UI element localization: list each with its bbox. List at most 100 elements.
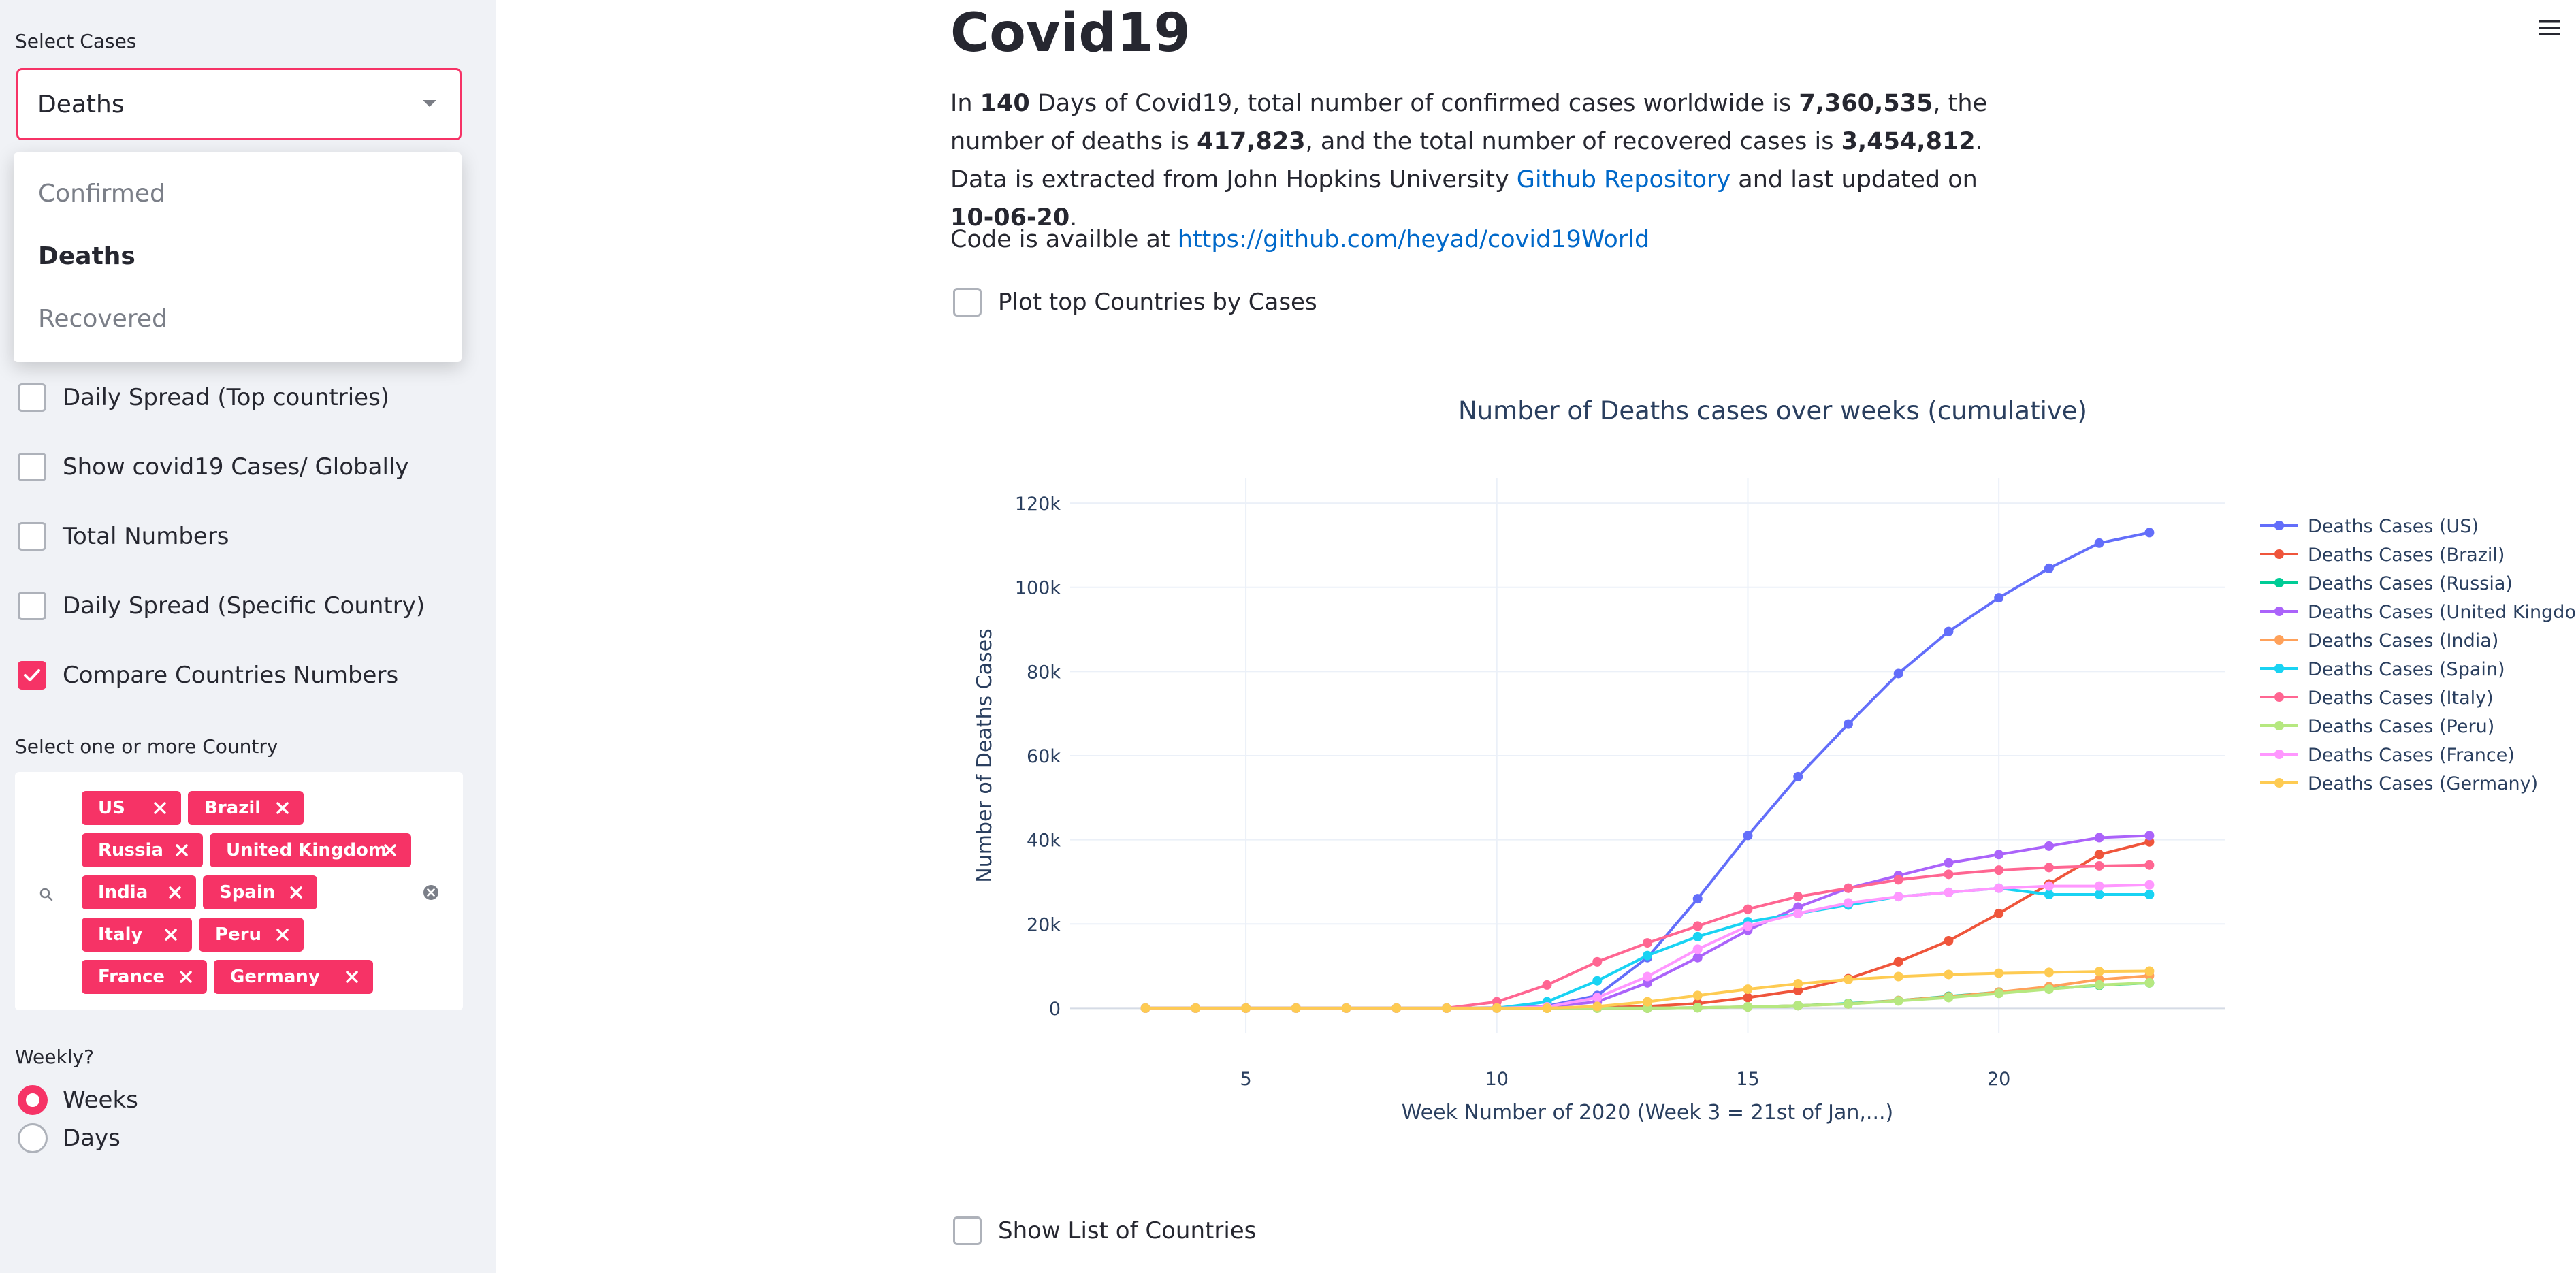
data-point [1241, 1003, 1251, 1013]
data-point [1944, 869, 1954, 880]
checkbox-box[interactable] [953, 1216, 982, 1245]
y-tick-label: 20k [1027, 914, 1061, 935]
close-icon[interactable] [151, 799, 169, 817]
checkbox-plot-top-countries[interactable]: Plot top Countries by Cases [953, 286, 1317, 319]
data-point [2144, 860, 2155, 870]
radio-weeks[interactable]: Weeks [18, 1085, 138, 1115]
checkbox-box[interactable] [18, 661, 46, 690]
data-point [2094, 850, 2104, 860]
data-point [1743, 1002, 1753, 1012]
y-tick-label: 100k [1015, 578, 1061, 599]
close-icon[interactable] [274, 799, 291, 817]
data-point [1994, 968, 2004, 978]
legend-label: Deaths Cases (US) [2308, 516, 2479, 537]
clear-all-icon[interactable] [422, 884, 440, 901]
chip-united-kingdom[interactable]: United Kingdom [210, 833, 411, 867]
y-tick-label: 40k [1027, 831, 1061, 852]
data-point [2144, 890, 2155, 899]
checkbox-daily-spread-top[interactable]: Daily Spread (Top countries) [18, 381, 389, 414]
chip-india[interactable]: India [82, 875, 196, 909]
data-point [2044, 890, 2054, 899]
data-point [1893, 996, 1903, 1006]
close-icon[interactable] [287, 884, 305, 901]
chip-france[interactable]: France [82, 960, 207, 994]
data-point [1893, 892, 1903, 902]
chip-peru[interactable]: Peru [199, 918, 304, 952]
data-point [1893, 875, 1903, 885]
legend-label: Deaths Cases (Germany) [2308, 773, 2538, 794]
checkbox-box[interactable] [18, 383, 46, 412]
close-icon[interactable] [381, 841, 399, 859]
radio-button[interactable] [18, 1123, 48, 1153]
close-icon[interactable] [274, 926, 291, 944]
chip-label: US [98, 798, 125, 818]
chip-brazil[interactable]: Brazil [188, 791, 304, 825]
y-tick-label: 80k [1027, 662, 1061, 683]
select-cases-dropdown[interactable]: Deaths [16, 68, 462, 140]
checkbox-daily-spread-specific[interactable]: Daily Spread (Specific Country) [18, 590, 425, 622]
data-point [2044, 841, 2054, 851]
chip-spain[interactable]: Spain [203, 875, 317, 909]
checkbox-box[interactable] [953, 288, 982, 317]
close-icon[interactable] [162, 926, 180, 944]
chip-label: France [98, 967, 165, 987]
data-point [2094, 860, 2104, 871]
checkbox-compare-countries[interactable]: Compare Countries Numbers [18, 659, 398, 692]
data-point [1944, 993, 1954, 1003]
checkbox-show-list-countries[interactable]: Show List of Countries [953, 1214, 1256, 1247]
data-point [1944, 969, 1954, 980]
data-point [1994, 593, 2004, 603]
data-point [1743, 831, 1753, 841]
checkbox-show-global[interactable]: Show covid19 Cases/ Globally [18, 451, 408, 483]
country-select-label: Select one or more Country [15, 735, 278, 758]
x-tick-label: 15 [1736, 1069, 1759, 1090]
legend-marker [2274, 692, 2284, 702]
data-point [1994, 988, 2004, 999]
chip-germany[interactable]: Germany [214, 960, 373, 994]
country-multiselect[interactable]: US Brazil Russia United Kingdom India Sp… [15, 772, 463, 1010]
legend-label: Deaths Cases (Russia) [2308, 573, 2513, 594]
data-point [1592, 1001, 1603, 1012]
legend-marker [2274, 607, 2284, 616]
chip-italy[interactable]: Italy [82, 918, 192, 952]
checkbox-total-numbers[interactable]: Total Numbers [18, 520, 229, 553]
checkbox-box[interactable] [18, 592, 46, 620]
data-point [2094, 833, 2104, 843]
sidebar: Select Cases Deaths Confirmed Deaths Rec… [0, 0, 496, 1273]
option-confirmed[interactable]: Confirmed [38, 180, 165, 208]
confirmed-count: 7,360,535 [1799, 90, 1933, 117]
chip-label: Brazil [204, 798, 261, 818]
data-point [1843, 999, 1853, 1009]
close-icon[interactable] [177, 968, 195, 986]
hamburger-menu-icon[interactable] [2538, 18, 2561, 38]
checkbox-label: Show covid19 Cases/ Globally [63, 453, 409, 481]
github-repository-link[interactable]: Github Repository [1517, 166, 1730, 193]
data-point [1341, 1003, 1351, 1013]
radio-button[interactable] [18, 1085, 48, 1115]
code-link[interactable]: https://github.com/heyad/covid19World [1178, 226, 1649, 253]
y-axis-title: Number of Deaths Cases [973, 628, 997, 882]
chip-label: Russia [98, 840, 163, 860]
data-point [1843, 719, 1853, 729]
option-deaths[interactable]: Deaths [38, 242, 135, 270]
data-point [1692, 1003, 1703, 1013]
select-cases-label: Select Cases [15, 30, 137, 52]
data-point [1542, 980, 1552, 990]
legend-marker [2274, 635, 2284, 645]
close-icon[interactable] [343, 968, 361, 986]
data-point [1643, 971, 1652, 982]
data-point [1592, 993, 1603, 1003]
data-point [2044, 881, 2054, 891]
close-icon[interactable] [173, 841, 191, 859]
checkbox-label: Total Numbers [63, 523, 229, 550]
close-icon[interactable] [166, 884, 184, 901]
radio-days[interactable]: Days [18, 1123, 120, 1153]
chip-us[interactable]: US [82, 791, 181, 825]
option-recovered[interactable]: Recovered [38, 305, 167, 333]
chip-russia[interactable]: Russia [82, 833, 203, 867]
checkbox-box[interactable] [18, 453, 46, 481]
checkbox-box[interactable] [18, 522, 46, 551]
page-title: Covid19 [950, 3, 1191, 64]
days-count: 140 [980, 90, 1030, 117]
chip-label: India [98, 882, 148, 903]
